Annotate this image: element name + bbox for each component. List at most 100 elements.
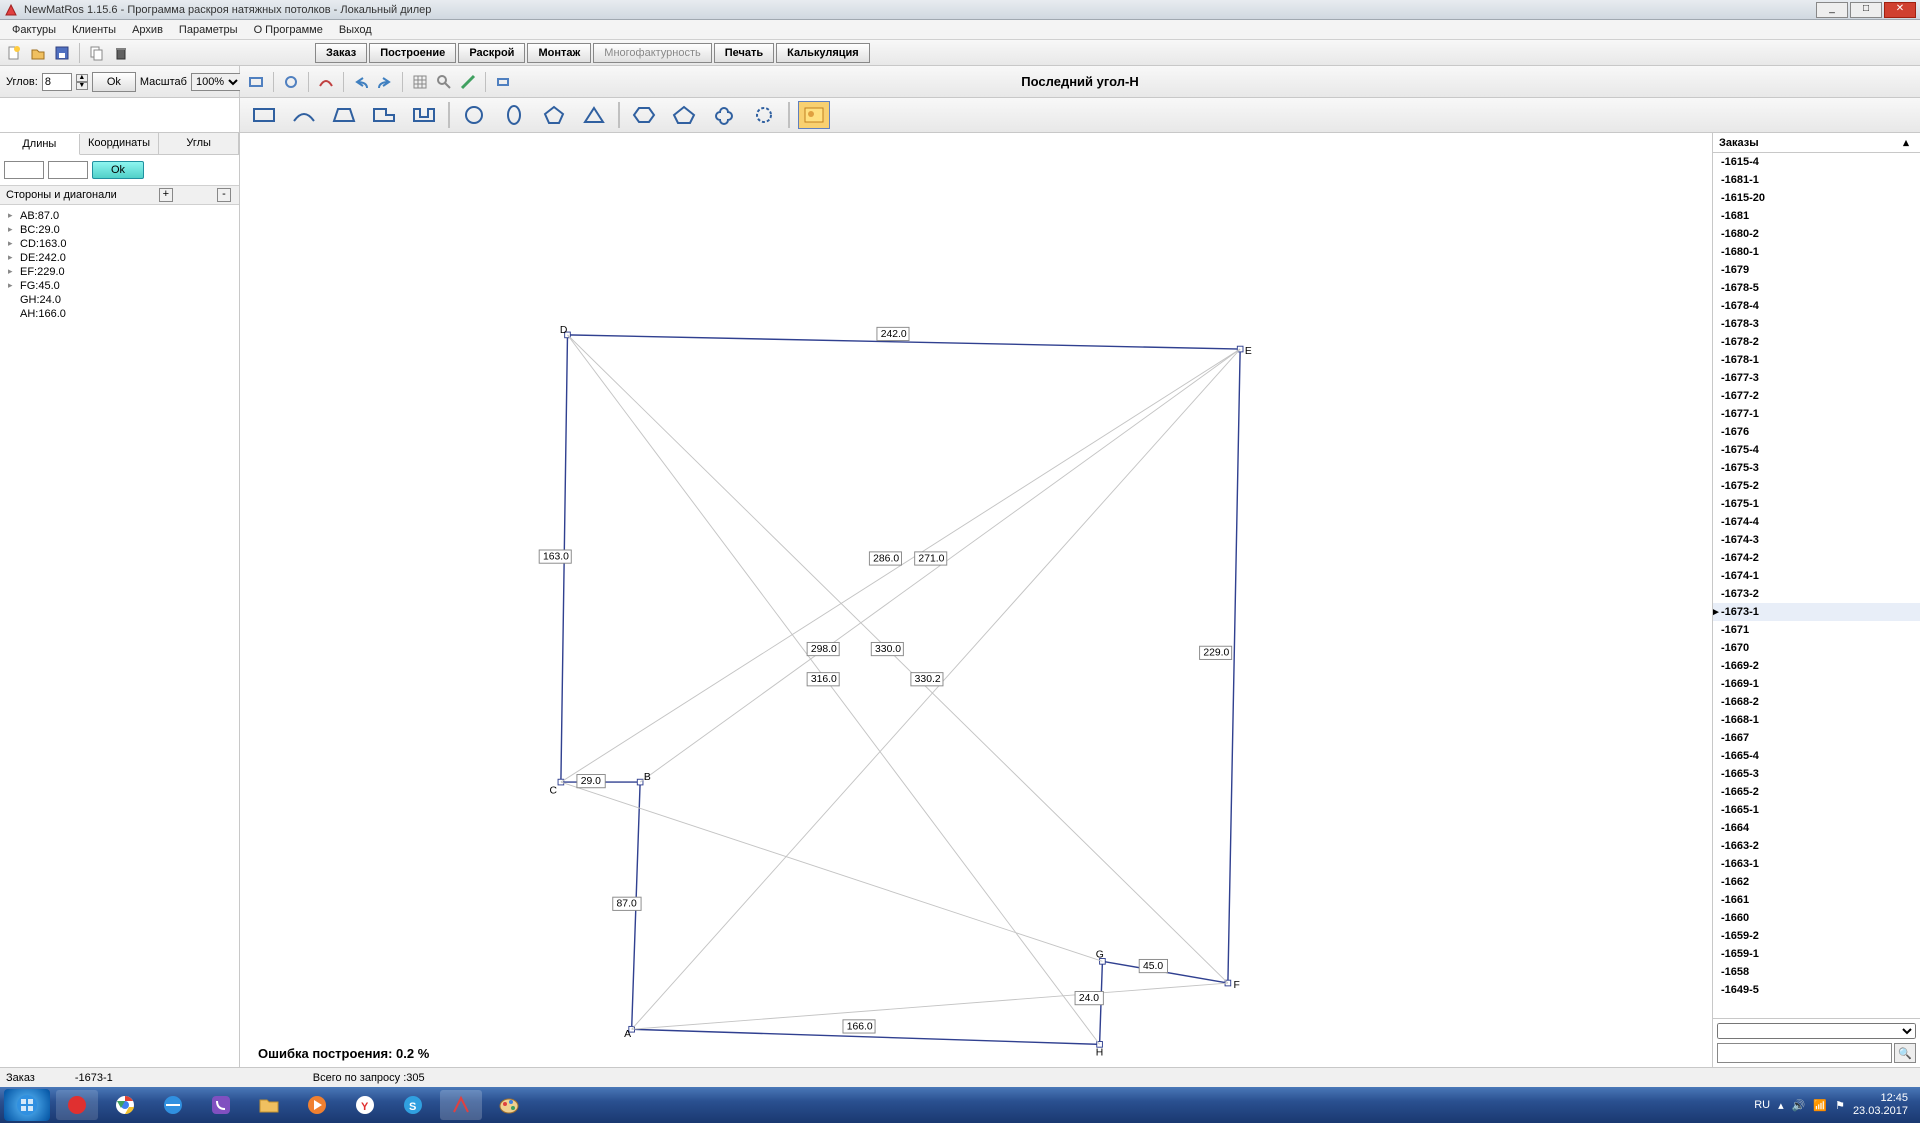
order-item[interactable]: -1678-2: [1713, 333, 1920, 351]
tray-lang[interactable]: RU: [1754, 1099, 1770, 1111]
tree-item[interactable]: BC:29.0: [6, 223, 233, 237]
order-item[interactable]: -1665-2: [1713, 783, 1920, 801]
tree-item[interactable]: AB:87.0: [6, 209, 233, 223]
tab-construction[interactable]: Построение: [369, 43, 456, 63]
order-item[interactable]: -1678-5: [1713, 279, 1920, 297]
menu-archive[interactable]: Архив: [124, 22, 171, 38]
shape-gear-icon[interactable]: [748, 101, 780, 129]
collapse-button[interactable]: -: [217, 188, 231, 202]
length-ok-button[interactable]: Ok: [92, 161, 144, 179]
orders-search-input[interactable]: [1717, 1043, 1892, 1063]
tab-order[interactable]: Заказ: [315, 43, 367, 63]
order-item[interactable]: -1677-1: [1713, 405, 1920, 423]
order-item[interactable]: -1678-3: [1713, 315, 1920, 333]
order-item[interactable]: -1660: [1713, 909, 1920, 927]
order-item[interactable]: -1615-20: [1713, 189, 1920, 207]
task-newmatros-icon[interactable]: [440, 1090, 482, 1120]
tree-item[interactable]: AH:166.0: [6, 307, 233, 321]
orders-search-button[interactable]: 🔍: [1894, 1043, 1916, 1063]
menu-factures[interactable]: Фактуры: [4, 22, 64, 38]
shape-lshape-icon[interactable]: [368, 101, 400, 129]
tool-circle-icon[interactable]: [281, 72, 301, 92]
task-yandex-icon[interactable]: Y: [344, 1090, 386, 1120]
order-item[interactable]: -1668-1: [1713, 711, 1920, 729]
order-item[interactable]: -1664: [1713, 819, 1920, 837]
maximize-button[interactable]: □: [1850, 2, 1882, 18]
order-item[interactable]: -1676: [1713, 423, 1920, 441]
order-item[interactable]: -1670: [1713, 639, 1920, 657]
shape-ushape-icon[interactable]: [408, 101, 440, 129]
shape-circle-icon[interactable]: [458, 101, 490, 129]
task-paint-icon[interactable]: [488, 1090, 530, 1120]
order-item[interactable]: -1677-2: [1713, 387, 1920, 405]
expand-button[interactable]: +: [159, 188, 173, 202]
order-item[interactable]: -1615-4: [1713, 153, 1920, 171]
measure-icon[interactable]: [458, 72, 478, 92]
delete-icon[interactable]: [111, 43, 131, 63]
order-item[interactable]: -1661: [1713, 891, 1920, 909]
shape-pentagon-icon[interactable]: [538, 101, 570, 129]
order-item[interactable]: -1659-2: [1713, 927, 1920, 945]
tab-multifacture[interactable]: Многофактурность: [593, 43, 711, 63]
shape-clover-icon[interactable]: [708, 101, 740, 129]
order-item[interactable]: -1675-4: [1713, 441, 1920, 459]
menu-clients[interactable]: Клиенты: [64, 22, 124, 38]
order-item[interactable]: -1675-1: [1713, 495, 1920, 513]
order-item[interactable]: -1673-1: [1713, 603, 1920, 621]
order-item[interactable]: -1669-2: [1713, 657, 1920, 675]
menu-params[interactable]: Параметры: [171, 22, 246, 38]
redo-icon[interactable]: [375, 72, 395, 92]
order-item[interactable]: -1675-2: [1713, 477, 1920, 495]
order-item[interactable]: -1663-2: [1713, 837, 1920, 855]
order-item[interactable]: -1665-3: [1713, 765, 1920, 783]
task-viber-icon[interactable]: [200, 1090, 242, 1120]
corners-ok-button[interactable]: Ok: [92, 72, 136, 92]
order-item[interactable]: -1674-1: [1713, 567, 1920, 585]
shape-trapezoid-icon[interactable]: [328, 101, 360, 129]
corners-input[interactable]: [42, 73, 72, 91]
order-item[interactable]: -1674-2: [1713, 549, 1920, 567]
order-item[interactable]: -1675-3: [1713, 459, 1920, 477]
task-chrome-icon[interactable]: [104, 1090, 146, 1120]
task-skype-icon[interactable]: S: [392, 1090, 434, 1120]
order-item[interactable]: -1678-1: [1713, 351, 1920, 369]
order-item[interactable]: -1662: [1713, 873, 1920, 891]
undo-icon[interactable]: [351, 72, 371, 92]
task-explorer-icon[interactable]: [248, 1090, 290, 1120]
task-media-icon[interactable]: [296, 1090, 338, 1120]
order-item[interactable]: -1680-1: [1713, 243, 1920, 261]
order-item[interactable]: -1674-4: [1713, 513, 1920, 531]
left-tab-lengths[interactable]: Длины: [0, 134, 80, 155]
tray-clock[interactable]: 12:45 23.03.2017: [1853, 1092, 1908, 1118]
menu-exit[interactable]: Выход: [331, 22, 380, 38]
task-opera-icon[interactable]: [56, 1090, 98, 1120]
scale-select[interactable]: 100%: [191, 73, 242, 91]
tray-flag-icon[interactable]: ▴: [1778, 1099, 1784, 1112]
close-button[interactable]: ✕: [1884, 2, 1916, 18]
order-item[interactable]: -1659-1: [1713, 945, 1920, 963]
order-item[interactable]: -1680-2: [1713, 225, 1920, 243]
tree-item[interactable]: FG:45.0: [6, 279, 233, 293]
copy-icon[interactable]: [87, 43, 107, 63]
order-item[interactable]: -1665-1: [1713, 801, 1920, 819]
grid-icon[interactable]: [410, 72, 430, 92]
spin-down-icon[interactable]: ▼: [76, 82, 88, 90]
order-item[interactable]: -1658: [1713, 963, 1920, 981]
menu-about[interactable]: О Программе: [246, 22, 331, 38]
shape-hexagon-icon[interactable]: [628, 101, 660, 129]
order-item[interactable]: -1674-3: [1713, 531, 1920, 549]
zoom-icon[interactable]: [434, 72, 454, 92]
open-icon[interactable]: [28, 43, 48, 63]
order-item[interactable]: -1663-1: [1713, 855, 1920, 873]
scroll-up-icon[interactable]: ▴: [1898, 136, 1914, 149]
tab-cutting[interactable]: Раскрой: [458, 43, 525, 63]
spin-up-icon[interactable]: ▲: [76, 74, 88, 82]
minimize-button[interactable]: _: [1816, 2, 1848, 18]
start-button[interactable]: [4, 1089, 50, 1121]
tree-item[interactable]: GH:24.0: [6, 293, 233, 307]
tab-mounting[interactable]: Монтаж: [527, 43, 591, 63]
orders-filter-select[interactable]: [1717, 1023, 1916, 1039]
order-item[interactable]: -1668-2: [1713, 693, 1920, 711]
order-item[interactable]: -1681: [1713, 207, 1920, 225]
left-tab-coords[interactable]: Координаты: [80, 133, 160, 154]
